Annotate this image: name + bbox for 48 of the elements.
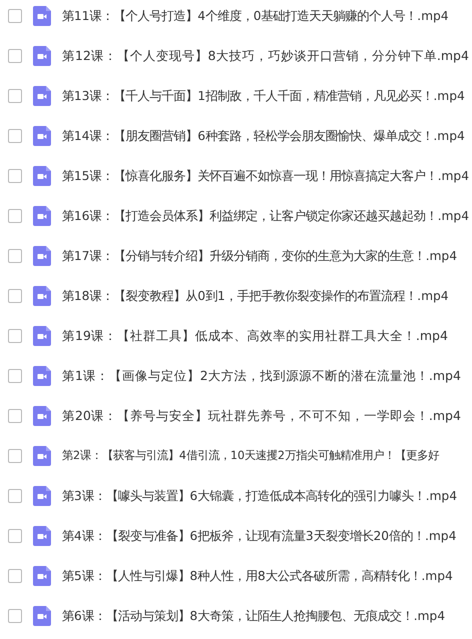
checkbox[interactable] [8, 129, 22, 143]
video-file-icon [33, 286, 51, 306]
video-file-icon [33, 166, 51, 186]
video-file-icon [33, 366, 51, 386]
checkbox[interactable] [8, 369, 22, 383]
checkbox[interactable] [8, 529, 22, 543]
video-file-icon [33, 606, 51, 626]
video-file-icon [33, 446, 51, 466]
file-name[interactable]: 第4课：【裂变与准备】6把板斧，让现有流量3天裂变增长20倍的！.mp4 [62, 526, 456, 546]
file-name[interactable]: 第16课：【打造会员体系】利益绑定，让客户锁定你家还越买越起劲！.mp4 [62, 206, 469, 226]
checkbox[interactable] [8, 289, 22, 303]
video-file-icon [33, 126, 51, 146]
checkbox[interactable] [8, 9, 22, 23]
video-file-icon [33, 246, 51, 266]
file-name[interactable]: 第1课：【画像与定位】2大方法，找到源源不断的潜在流量池！.mp4 [62, 366, 461, 386]
file-name[interactable]: 第19课：【社群工具】低成本、高效率的实用社群工具大全！.mp4 [62, 326, 448, 346]
video-file-icon [33, 486, 51, 506]
file-name[interactable]: 第5课：【人性与引爆】8种人性，用8大公式各破所需，高精转化！.mp4 [62, 566, 453, 586]
checkbox[interactable] [8, 569, 22, 583]
file-name[interactable]: 第13课：【千人与千面】1招制敌，千人千面，精准营销，凡见必买！.mp4 [62, 86, 465, 106]
checkbox[interactable] [8, 409, 22, 423]
file-name[interactable]: 第11课：【个人号打造】4个维度，0基础打造天天躺赚的个人号！.mp4 [62, 6, 449, 26]
checkbox[interactable] [8, 449, 22, 463]
file-name[interactable]: 第17课：【分销与转介绍】升级分销商，变你的生意为大家的生意！.mp4 [62, 246, 457, 266]
video-file-icon [33, 6, 51, 26]
file-name[interactable]: 第6课：【活动与策划】8大奇策，让陌生人抢掏腰包、无痕成交！.mp4 [62, 606, 445, 626]
file-name[interactable]: 第18课：【裂变教程】从0到1，手把手教你裂变操作的布置流程！.mp4 [62, 286, 449, 306]
file-name[interactable]: 第3课：【噱头与装置】6大锦囊，打造低成本高转化的强引力噱头！.mp4 [62, 486, 457, 506]
video-file-icon [33, 46, 51, 66]
checkbox[interactable] [8, 489, 22, 503]
checkbox[interactable] [8, 169, 22, 183]
file-name[interactable]: 第12课：【个人变现号】8大技巧，巧妙谈开口营销，分分钟下单.mp4 [62, 46, 469, 66]
video-file-icon [33, 566, 51, 586]
video-file-icon [33, 326, 51, 346]
checkbox[interactable] [8, 209, 22, 223]
file-name[interactable]: 第2课：【获客与引流】4借引流，10天速攫2万指尖可触精准用户！【更多好 [62, 448, 439, 464]
checkbox[interactable] [8, 609, 22, 623]
file-name[interactable]: 第20课：【养号与安全】玩社群先养号，不可不知，一学即会！.mp4 [62, 406, 461, 426]
checkbox[interactable] [8, 329, 22, 343]
video-file-icon [33, 406, 51, 426]
video-file-icon [33, 86, 51, 106]
file-name[interactable]: 第15课：【惊喜化服务】关怀百遍不如惊喜一现！用惊喜搞定大客户！.mp4 [62, 166, 469, 186]
checkbox[interactable] [8, 249, 22, 263]
video-file-icon [33, 526, 51, 546]
checkbox[interactable] [8, 89, 22, 103]
file-name[interactable]: 第14课：【朋友圈营销】6种套路，轻松学会朋友圈愉快、爆单成交！.mp4 [62, 126, 465, 146]
video-file-icon [33, 206, 51, 226]
checkbox[interactable] [8, 49, 22, 63]
